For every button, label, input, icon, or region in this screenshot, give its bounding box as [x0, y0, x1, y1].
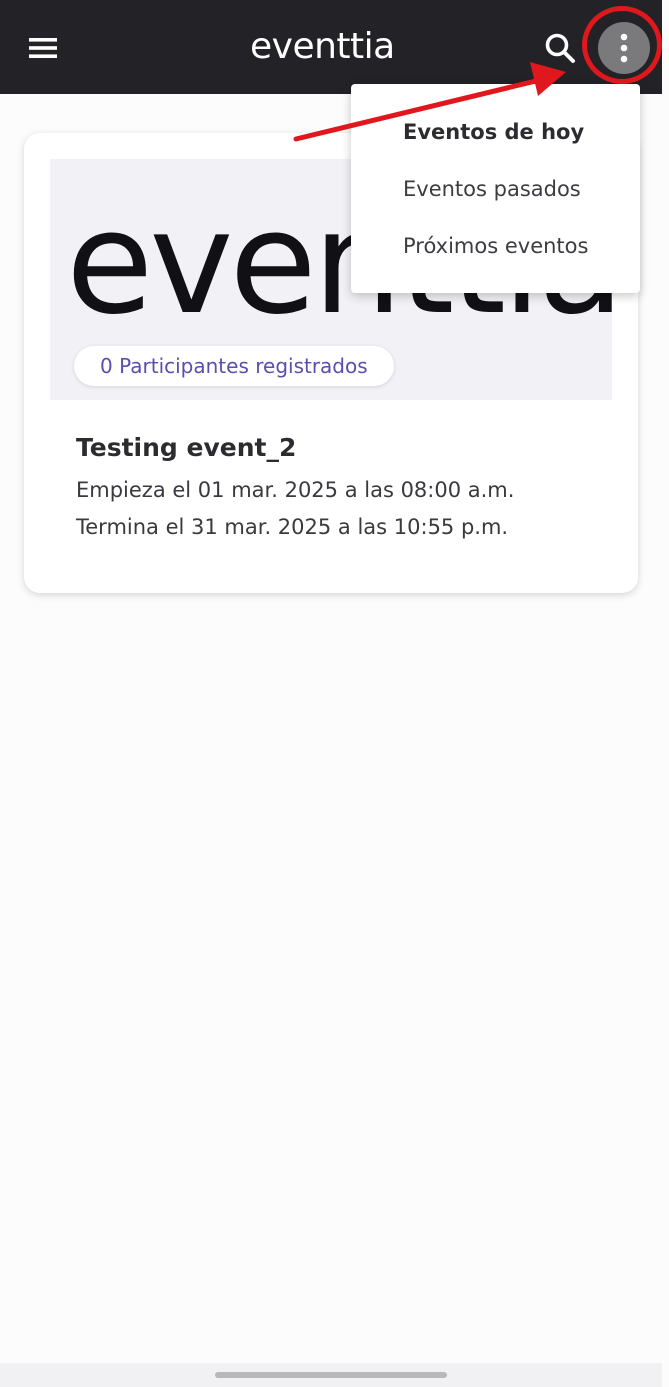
menu-item-eventos-pasados[interactable]: Eventos pasados: [403, 177, 581, 201]
app-logo: eventtia: [250, 26, 395, 67]
hamburger-menu-icon: [29, 38, 57, 58]
menu-item-eventos-de-hoy[interactable]: Eventos de hoy: [403, 120, 584, 144]
app-bar: eventtia: [0, 0, 662, 94]
menu-item-proximos-eventos[interactable]: Próximos eventos: [403, 234, 588, 258]
event-title: Testing event_2: [76, 433, 297, 462]
hamburger-menu-button[interactable]: [20, 26, 66, 70]
event-end-date: Termina el 31 mar. 2025 a las 10:55 p.m.: [76, 515, 509, 539]
screen: eventtia eventtia 0 Participantes regist…: [0, 0, 669, 1387]
participants-badge: 0 Participantes registrados: [74, 346, 394, 386]
filter-dropdown-menu: Eventos de hoy Eventos pasados Próximos …: [351, 84, 640, 293]
event-start-date: Empieza el 01 mar. 2025 a las 08:00 a.m.: [76, 478, 515, 502]
more-vertical-icon: [620, 33, 628, 63]
home-indicator[interactable]: [215, 1372, 447, 1378]
search-icon: [545, 33, 575, 63]
search-button[interactable]: [538, 26, 582, 70]
more-options-button[interactable]: [598, 22, 650, 74]
